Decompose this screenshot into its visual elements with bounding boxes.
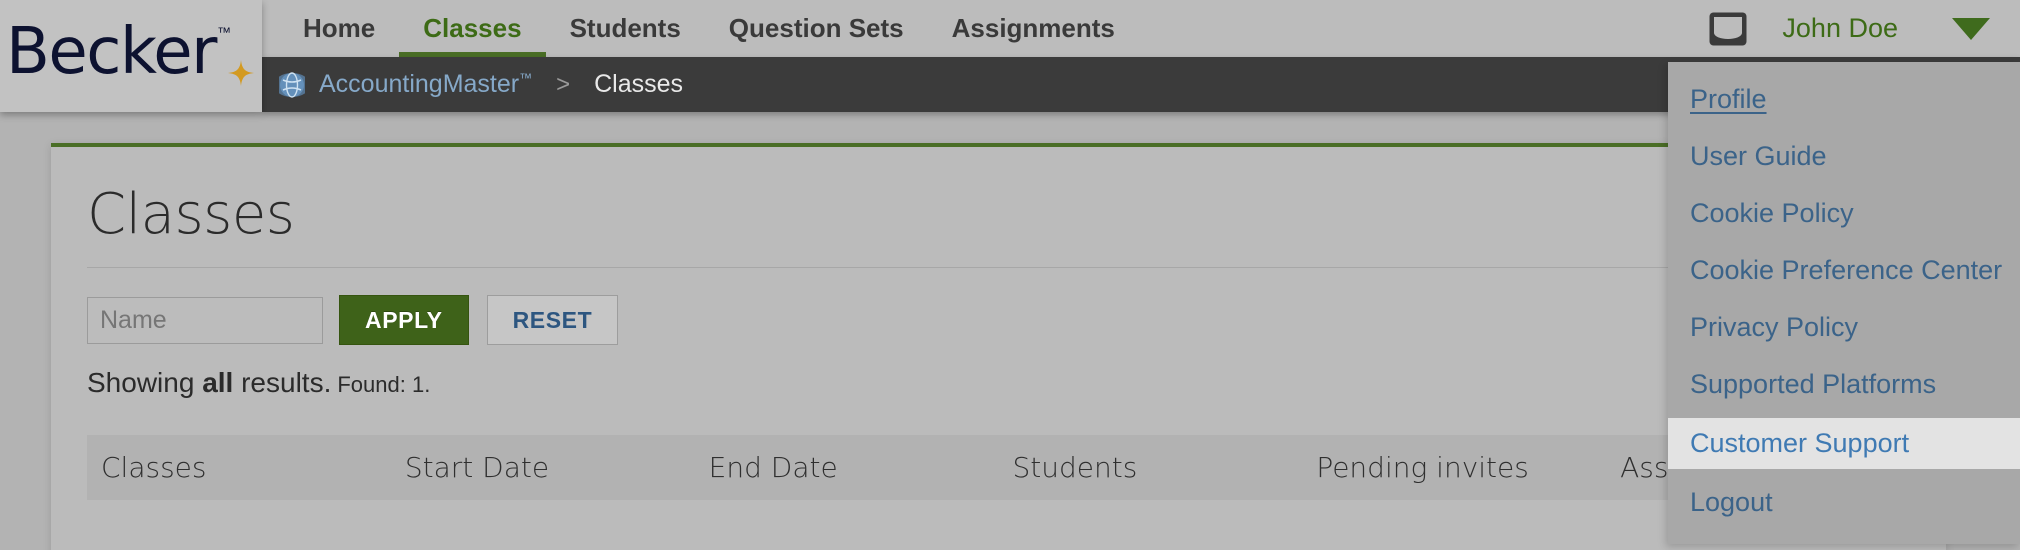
breadcrumb-root-tm: ™ <box>519 70 533 86</box>
nav-item-classes[interactable]: Classes <box>399 0 546 57</box>
header-right-controls: John Doe <box>1708 0 2020 57</box>
results-found-count: Found: 1. <box>337 372 431 397</box>
brand-logo-wordmark: Becker ™ <box>6 20 231 84</box>
card-header: Classes Sh <box>51 147 1946 247</box>
menu-item-privacy-policy[interactable]: Privacy Policy <box>1668 304 2020 351</box>
menu-item-cookie-policy[interactable]: Cookie Policy <box>1668 190 2020 237</box>
breadcrumb-root-label: AccountingMaster <box>319 70 520 98</box>
breadcrumb-separator: > <box>556 70 571 98</box>
column-header-classes[interactable]: Classes <box>87 435 391 500</box>
table-header-row: Classes Start Date End Date Students Pen… <box>87 435 1910 500</box>
menu-item-logout[interactable]: Logout <box>1668 479 2020 526</box>
apply-button[interactable]: APPLY <box>339 295 469 345</box>
page-title: Classes <box>87 182 295 247</box>
main-navigation: Home Classes Students Question Sets Assi… <box>262 0 2020 57</box>
filter-controls: APPLY RESET <box>51 268 1946 345</box>
column-header-end-date[interactable]: End Date <box>694 435 999 500</box>
name-filter-input[interactable] <box>87 296 323 344</box>
app-root: Home Classes Students Question Sets Assi… <box>0 0 2020 550</box>
nav-item-question-sets[interactable]: Question Sets <box>705 0 928 57</box>
reset-button[interactable]: RESET <box>486 295 619 345</box>
menu-item-customer-support[interactable]: Customer Support <box>1668 418 2020 469</box>
column-header-students[interactable]: Students <box>998 435 1303 500</box>
brand-logo-tm: ™ <box>216 24 231 40</box>
breadcrumb-root-link[interactable]: AccountingMaster™ <box>319 70 532 99</box>
results-prefix: Showing <box>87 367 203 398</box>
results-suffix: results. <box>233 367 332 398</box>
table-header: Classes Start Date End Date Students Pen… <box>87 435 1910 500</box>
menu-item-cookie-preference-center[interactable]: Cookie Preference Center <box>1668 247 2020 294</box>
inbox-tray-icon[interactable] <box>1708 11 1748 47</box>
four-point-star-icon <box>228 60 254 86</box>
nav-item-home[interactable]: Home <box>279 0 399 57</box>
column-header-pending-invites[interactable]: Pending invites <box>1302 435 1607 500</box>
nav-item-assignments[interactable]: Assignments <box>928 0 1139 57</box>
nav-item-list: Home Classes Students Question Sets Assi… <box>279 0 1139 57</box>
globe-icon <box>274 71 310 98</box>
classes-page-card: Classes Sh APPLY RESET Showing all resul… <box>51 143 1946 550</box>
classes-table-wrapper: Classes Start Date End Date Students Pen… <box>87 435 1910 500</box>
results-summary: Showing all results. Found: 1. <box>51 345 1946 399</box>
classes-table: Classes Start Date End Date Students Pen… <box>87 435 1910 500</box>
chevron-down-icon[interactable] <box>1952 17 1990 40</box>
user-dropdown-menu: Profile User Guide Cookie Policy Cookie … <box>1668 62 2020 544</box>
column-header-start-date[interactable]: Start Date <box>390 435 695 500</box>
menu-item-profile[interactable]: Profile <box>1668 76 2020 123</box>
menu-item-supported-platforms[interactable]: Supported Platforms <box>1668 361 2020 408</box>
results-scope: all <box>202 367 234 398</box>
breadcrumb-current: Classes <box>594 70 684 98</box>
menu-item-user-guide[interactable]: User Guide <box>1668 133 2020 180</box>
user-name-label[interactable]: John Doe <box>1782 13 1898 44</box>
brand-logo-text: Becker <box>6 15 217 89</box>
nav-item-students[interactable]: Students <box>546 0 705 57</box>
brand-logo[interactable]: Becker ™ <box>0 0 262 112</box>
